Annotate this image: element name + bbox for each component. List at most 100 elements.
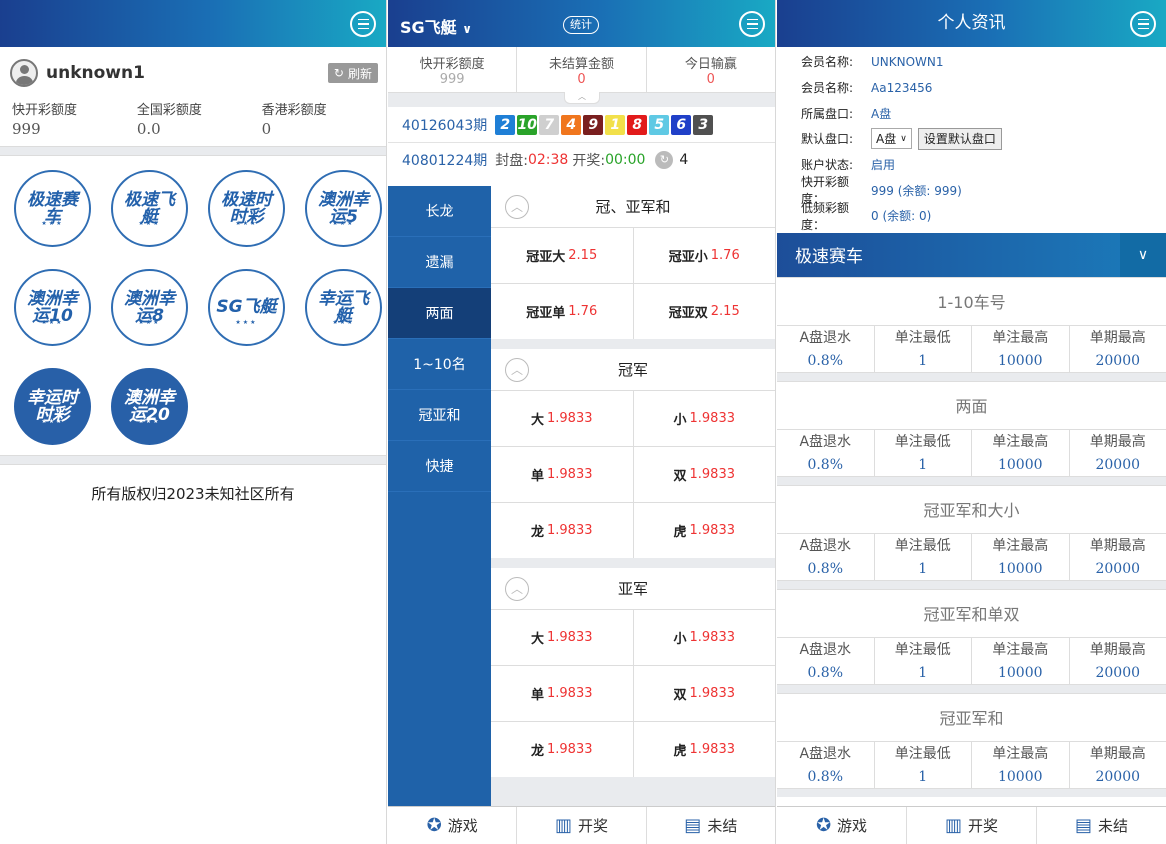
- limit-title: 冠亚军和: [777, 694, 1166, 742]
- game-icon[interactable]: 澳洲幸运8 ★★★: [111, 269, 188, 346]
- stars-icon: ★★★: [138, 220, 161, 227]
- divider: [777, 579, 1166, 589]
- select-value: A盘: [876, 132, 897, 147]
- menu-icon[interactable]: [1130, 11, 1156, 37]
- refresh-icon[interactable]: ↻: [655, 151, 674, 169]
- limit-value: 1: [918, 352, 928, 369]
- game-icon[interactable]: 幸运飞艇 ★★★: [305, 269, 382, 346]
- user-row: unknown1 ↻ 刷新: [0, 47, 386, 99]
- bottom-nav-item[interactable]: ✪ 游戏: [388, 807, 518, 844]
- limit-column: 单注最高 10000: [972, 637, 1070, 684]
- bet-block-header[interactable]: ︿ 冠、亚军和: [491, 186, 775, 228]
- nav-item[interactable]: 遗漏: [388, 237, 491, 288]
- menu-icon[interactable]: [739, 11, 765, 37]
- nav-item[interactable]: 冠亚和: [388, 390, 491, 441]
- chevron-down-icon[interactable]: ∨: [1120, 232, 1166, 277]
- odds-cell[interactable]: 虎 1.9833: [634, 722, 776, 777]
- home-screen: unknown1 ↻ 刷新 快开彩额度 999 全国彩额度 0.0 香港彩额度 …: [0, 0, 387, 844]
- nav-item[interactable]: 1~10名: [388, 339, 491, 390]
- collapse-summary-toggle[interactable]: ︿: [564, 92, 600, 104]
- collapse-icon[interactable]: ︿: [505, 358, 529, 382]
- bet-block-header[interactable]: ︿ 亚军: [491, 568, 775, 610]
- limit-value: 0.8%: [807, 560, 844, 577]
- game-icon[interactable]: 幸运时时彩 ★★★: [14, 368, 91, 445]
- nav-item[interactable]: 两面: [388, 288, 491, 339]
- collapse-icon[interactable]: ︿: [505, 195, 529, 219]
- game-icon[interactable]: 澳洲幸运20 ★★★: [111, 368, 188, 445]
- odds-cell[interactable]: 单 1.9833: [491, 666, 634, 721]
- odds-cell[interactable]: 虎 1.9833: [634, 503, 776, 558]
- bet-block-header[interactable]: ︿ 冠军: [491, 349, 775, 391]
- bottom-nav-item[interactable]: ▤ 未结: [647, 807, 775, 844]
- default-plate-select[interactable]: A盘 ∨: [871, 128, 912, 150]
- odds-row: 龙 1.9833 虎 1.9833: [491, 503, 775, 558]
- quota-row: 快开彩额度 999 全国彩额度 0.0 香港彩额度 0: [0, 99, 386, 146]
- bet-block: ︿ 亚军大 1.9833 小 1.9833 单 1.9833 双 1.9833 龙 1.9833 虎 1…: [491, 568, 775, 777]
- document-icon: ▤: [1074, 815, 1092, 836]
- divider: [777, 371, 1166, 381]
- bottom-nav-label: 开奖: [577, 817, 608, 835]
- bottom-nav-item[interactable]: ▥ 开奖: [517, 807, 647, 844]
- odds-cell[interactable]: 小 1.9833: [634, 391, 776, 446]
- limit-block: 冠亚军和单双 A盘退水 0.8% 单注最低 1 单注最高 10000 单期最高 20000: [777, 588, 1166, 684]
- limit-value: 20000: [1095, 456, 1141, 473]
- odds-cell[interactable]: 冠亚小 1.76: [634, 228, 776, 283]
- limit-column: 单注最低 1: [875, 637, 972, 684]
- bottom-nav-item[interactable]: ▤ 未结: [1037, 807, 1166, 844]
- limit-grid: A盘退水 0.8% 单注最低 1 单注最高 10000 单期最高 20000: [777, 637, 1166, 684]
- game-icon[interactable]: 极速飞艇 ★★★: [111, 170, 188, 247]
- odds-cell[interactable]: 大 1.9833: [491, 391, 634, 446]
- odds-cell[interactable]: 冠亚单 1.76: [491, 284, 634, 339]
- quota-value: 0.0: [136, 120, 161, 138]
- info-row: 低频彩额度： 0 (余额: 0): [777, 201, 1166, 232]
- refresh-label: 刷新: [347, 66, 372, 81]
- limit-header: 单期最高: [1089, 537, 1146, 554]
- odds-cell[interactable]: 双 1.9833: [634, 666, 776, 721]
- odds-panel: ︿ 冠、亚军和 冠亚大 2.15 冠亚小 1.76 冠亚单 1.76 冠亚双 2.15 ︿ 冠军大 1.…: [491, 186, 775, 806]
- nav-item[interactable]: 快捷: [388, 441, 491, 492]
- game-icon[interactable]: SG飞艇 ★★★: [208, 269, 285, 346]
- odds-cell[interactable]: 冠亚双 2.15: [634, 284, 776, 339]
- odds-cell[interactable]: 龙 1.9833: [491, 722, 634, 777]
- countdown-value: 4: [679, 152, 689, 168]
- bottom-nav-label: 游戏: [447, 817, 478, 835]
- header-bar: SG飞艇 ∨ 统计: [388, 0, 775, 47]
- bet-block-title: 冠军: [617, 361, 648, 379]
- info-label: 会员名称:: [801, 81, 854, 96]
- info-label: 低频彩额度：: [801, 200, 850, 232]
- set-default-button[interactable]: 设置默认盘口: [917, 127, 1002, 150]
- stats-button[interactable]: 统计: [563, 16, 599, 34]
- refresh-button[interactable]: ↻ 刷新: [327, 63, 378, 83]
- summary-label: 快开彩额度: [419, 57, 485, 72]
- bottom-nav-item[interactable]: ✪ 游戏: [777, 807, 907, 844]
- odds-cell[interactable]: 冠亚大 2.15: [491, 228, 634, 283]
- game-icon[interactable]: 澳洲幸运10 ★★★: [14, 269, 91, 346]
- betting-area: 长龙 遗漏 两面 1~10名 冠亚和 快捷 ︿ 冠、亚军和 冠亚大 2.15 冠亚小 1.76 冠亚单…: [388, 186, 775, 806]
- stars-icon: ★★★: [138, 418, 161, 425]
- stars-icon: ★★★: [235, 220, 258, 227]
- result-ball: 9: [583, 114, 604, 135]
- limit-column: 单注最高 10000: [972, 533, 1070, 580]
- close-time: 02:38: [527, 152, 569, 168]
- game-icon[interactable]: 澳洲幸运5 ★★★: [305, 170, 382, 247]
- game-selector[interactable]: SG飞艇 ∨: [400, 14, 472, 38]
- lifebuoy-icon: ✪: [815, 815, 832, 836]
- limit-header: 单期最高: [1089, 745, 1146, 762]
- divider: [0, 146, 386, 156]
- limit-header: 单注最低: [894, 641, 951, 658]
- odds-cell[interactable]: 双 1.9833: [634, 447, 776, 502]
- game-section-header[interactable]: 极速赛车 ∨: [777, 232, 1166, 277]
- game-icon[interactable]: 极速赛车 ★★★: [14, 170, 91, 247]
- odds-cell[interactable]: 大 1.9833: [491, 610, 634, 665]
- game-icon[interactable]: 极速时时彩 ★★★: [208, 170, 285, 247]
- info-row: 默认盘口: A盘 ∨ 设置默认盘口: [777, 126, 1166, 152]
- odds-cell[interactable]: 单 1.9833: [491, 447, 634, 502]
- nav-item[interactable]: 长龙: [388, 186, 491, 237]
- menu-icon[interactable]: [350, 11, 376, 37]
- limit-column: 单期最高 20000: [1070, 638, 1166, 684]
- odds-cell[interactable]: 龙 1.9833: [491, 503, 634, 558]
- limit-column: 单注最高 10000: [972, 741, 1070, 788]
- odds-cell[interactable]: 小 1.9833: [634, 610, 776, 665]
- bottom-nav-item[interactable]: ▥ 开奖: [907, 807, 1037, 844]
- collapse-icon[interactable]: ︿: [505, 577, 529, 601]
